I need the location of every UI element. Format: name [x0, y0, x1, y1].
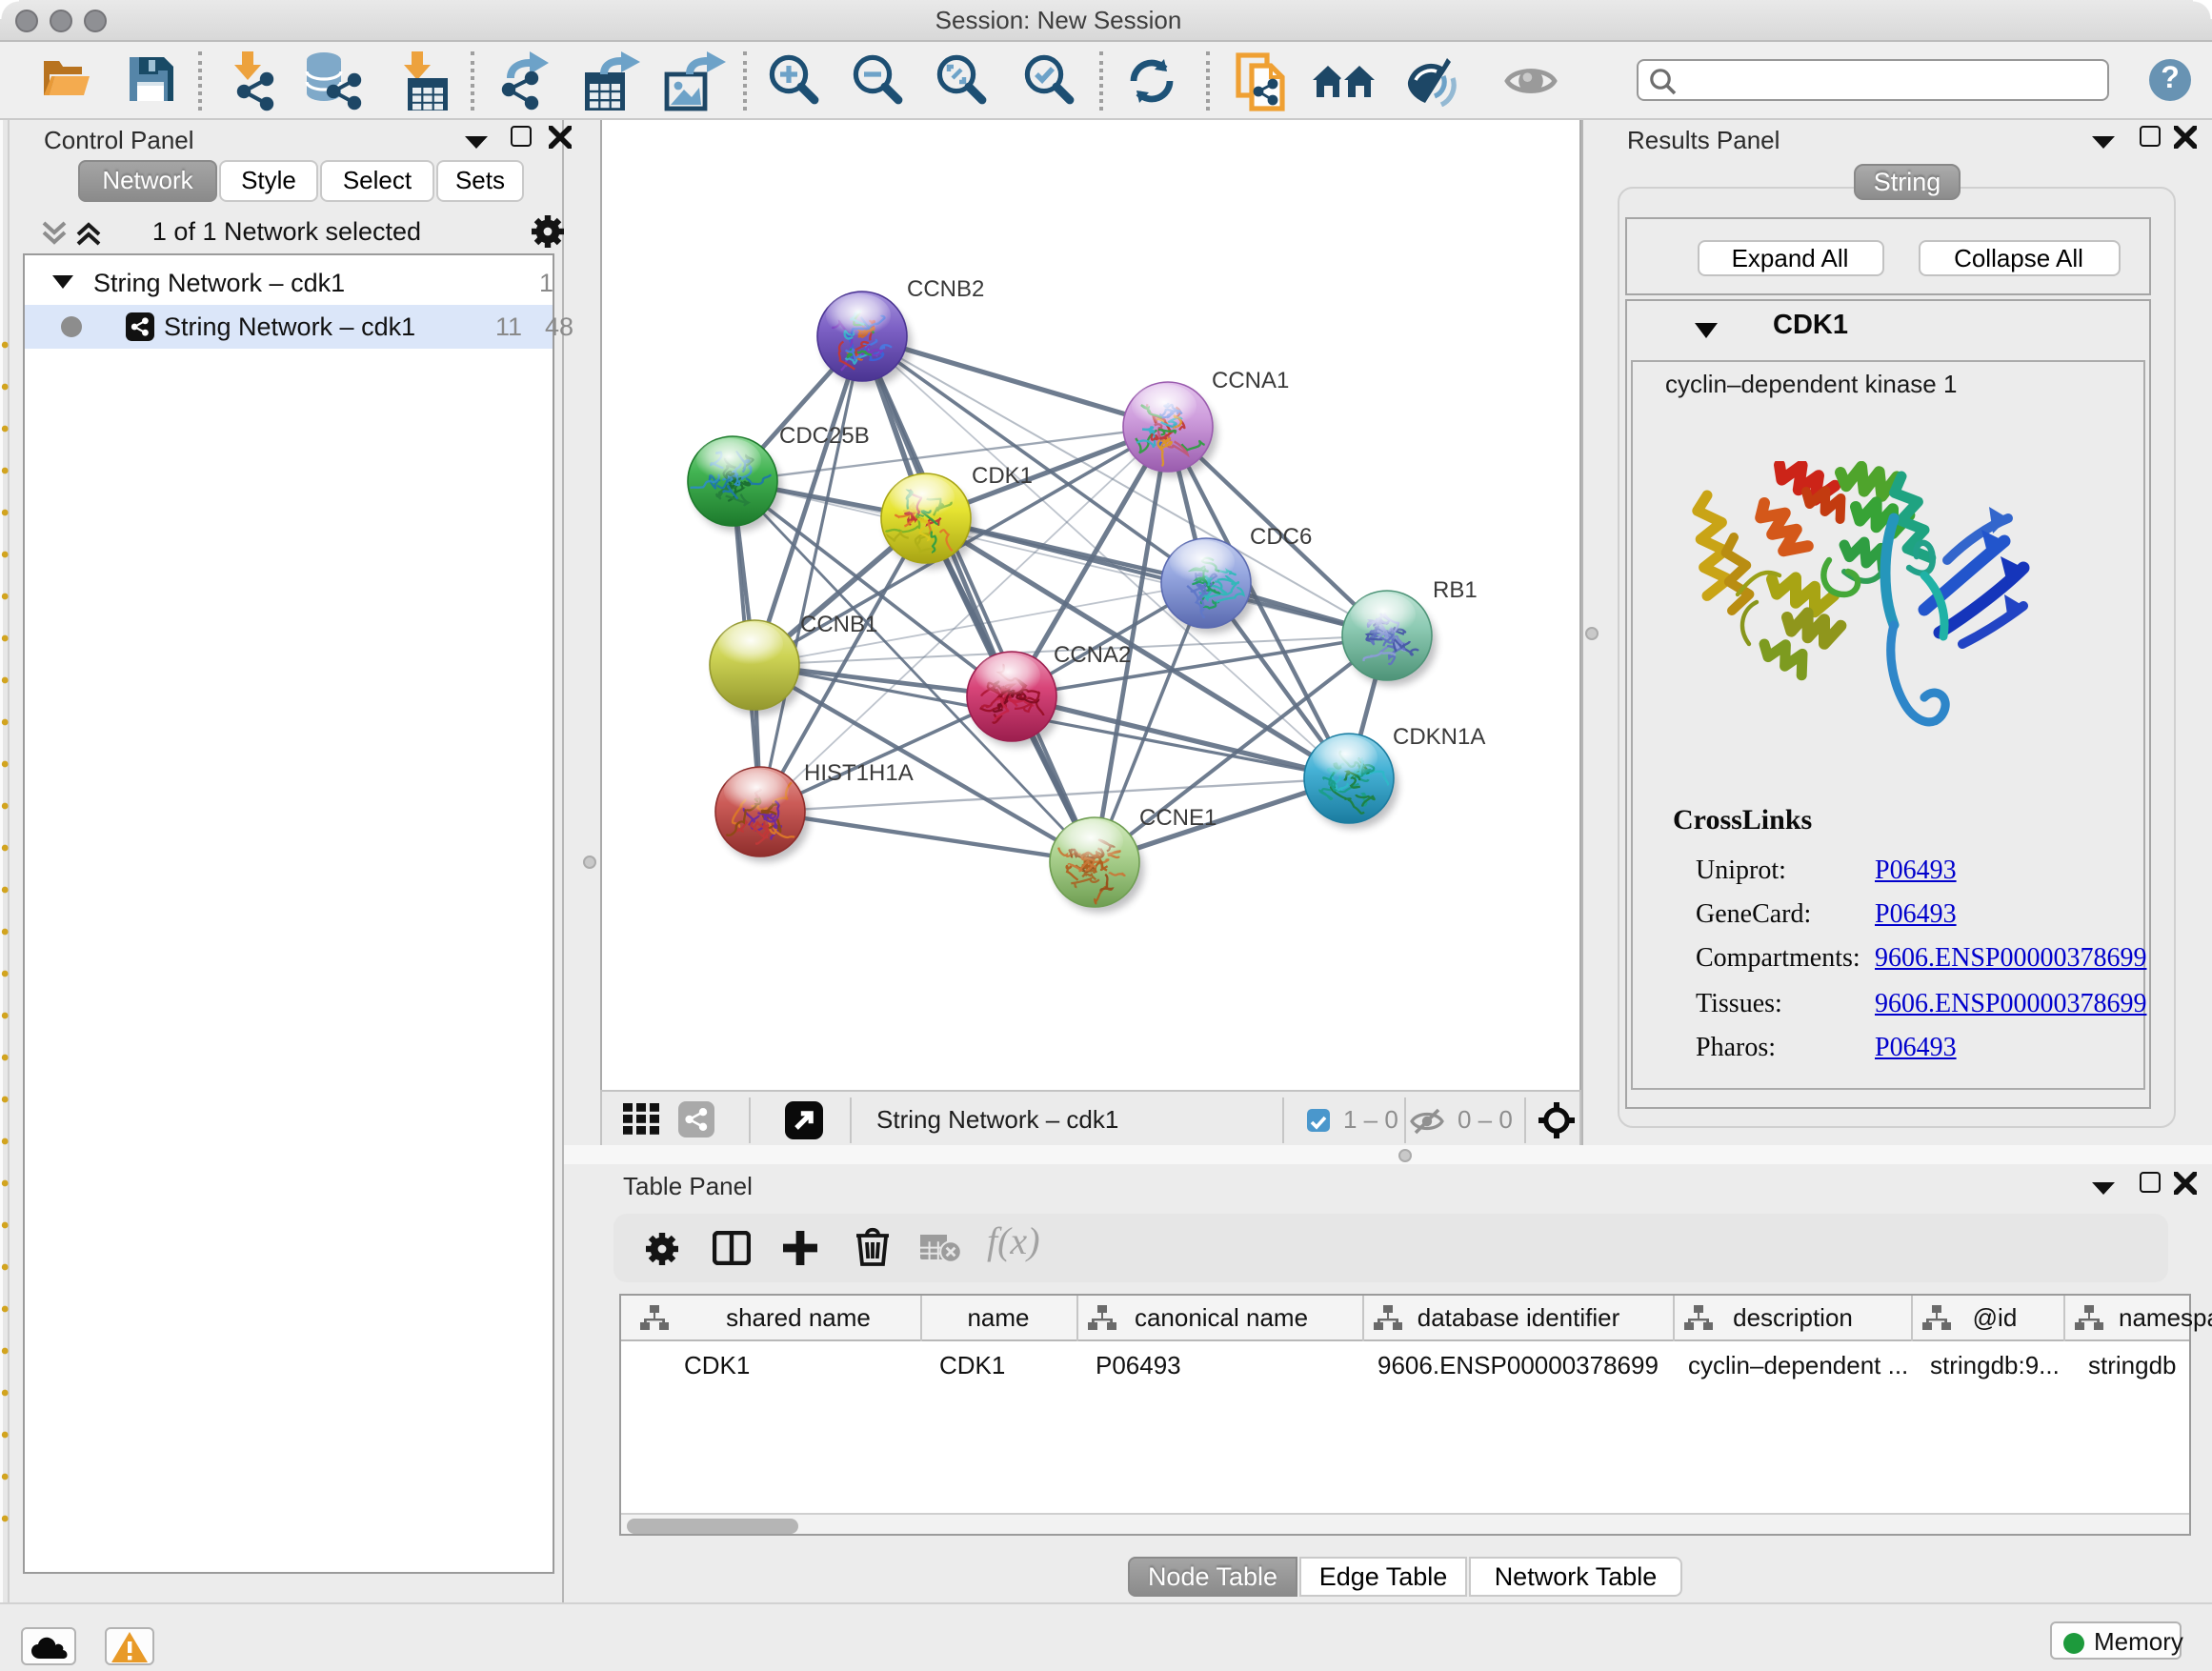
svg-text:CCNB1: CCNB1	[800, 612, 877, 637]
svg-text:HIST1H1A: HIST1H1A	[804, 760, 914, 786]
svg-text:RB1: RB1	[1433, 577, 1478, 603]
svg-text:CCNE1: CCNE1	[1139, 805, 1217, 831]
svg-text:CDKN1A: CDKN1A	[1393, 724, 1485, 750]
svg-text:CCNA1: CCNA1	[1212, 368, 1289, 393]
svg-text:CCNB2: CCNB2	[907, 276, 984, 302]
svg-text:CDC6: CDC6	[1250, 524, 1312, 550]
svg-text:CDK1: CDK1	[972, 463, 1033, 489]
svg-text:CCNA2: CCNA2	[1054, 642, 1131, 668]
svg-text:CDC25B: CDC25B	[779, 423, 870, 449]
